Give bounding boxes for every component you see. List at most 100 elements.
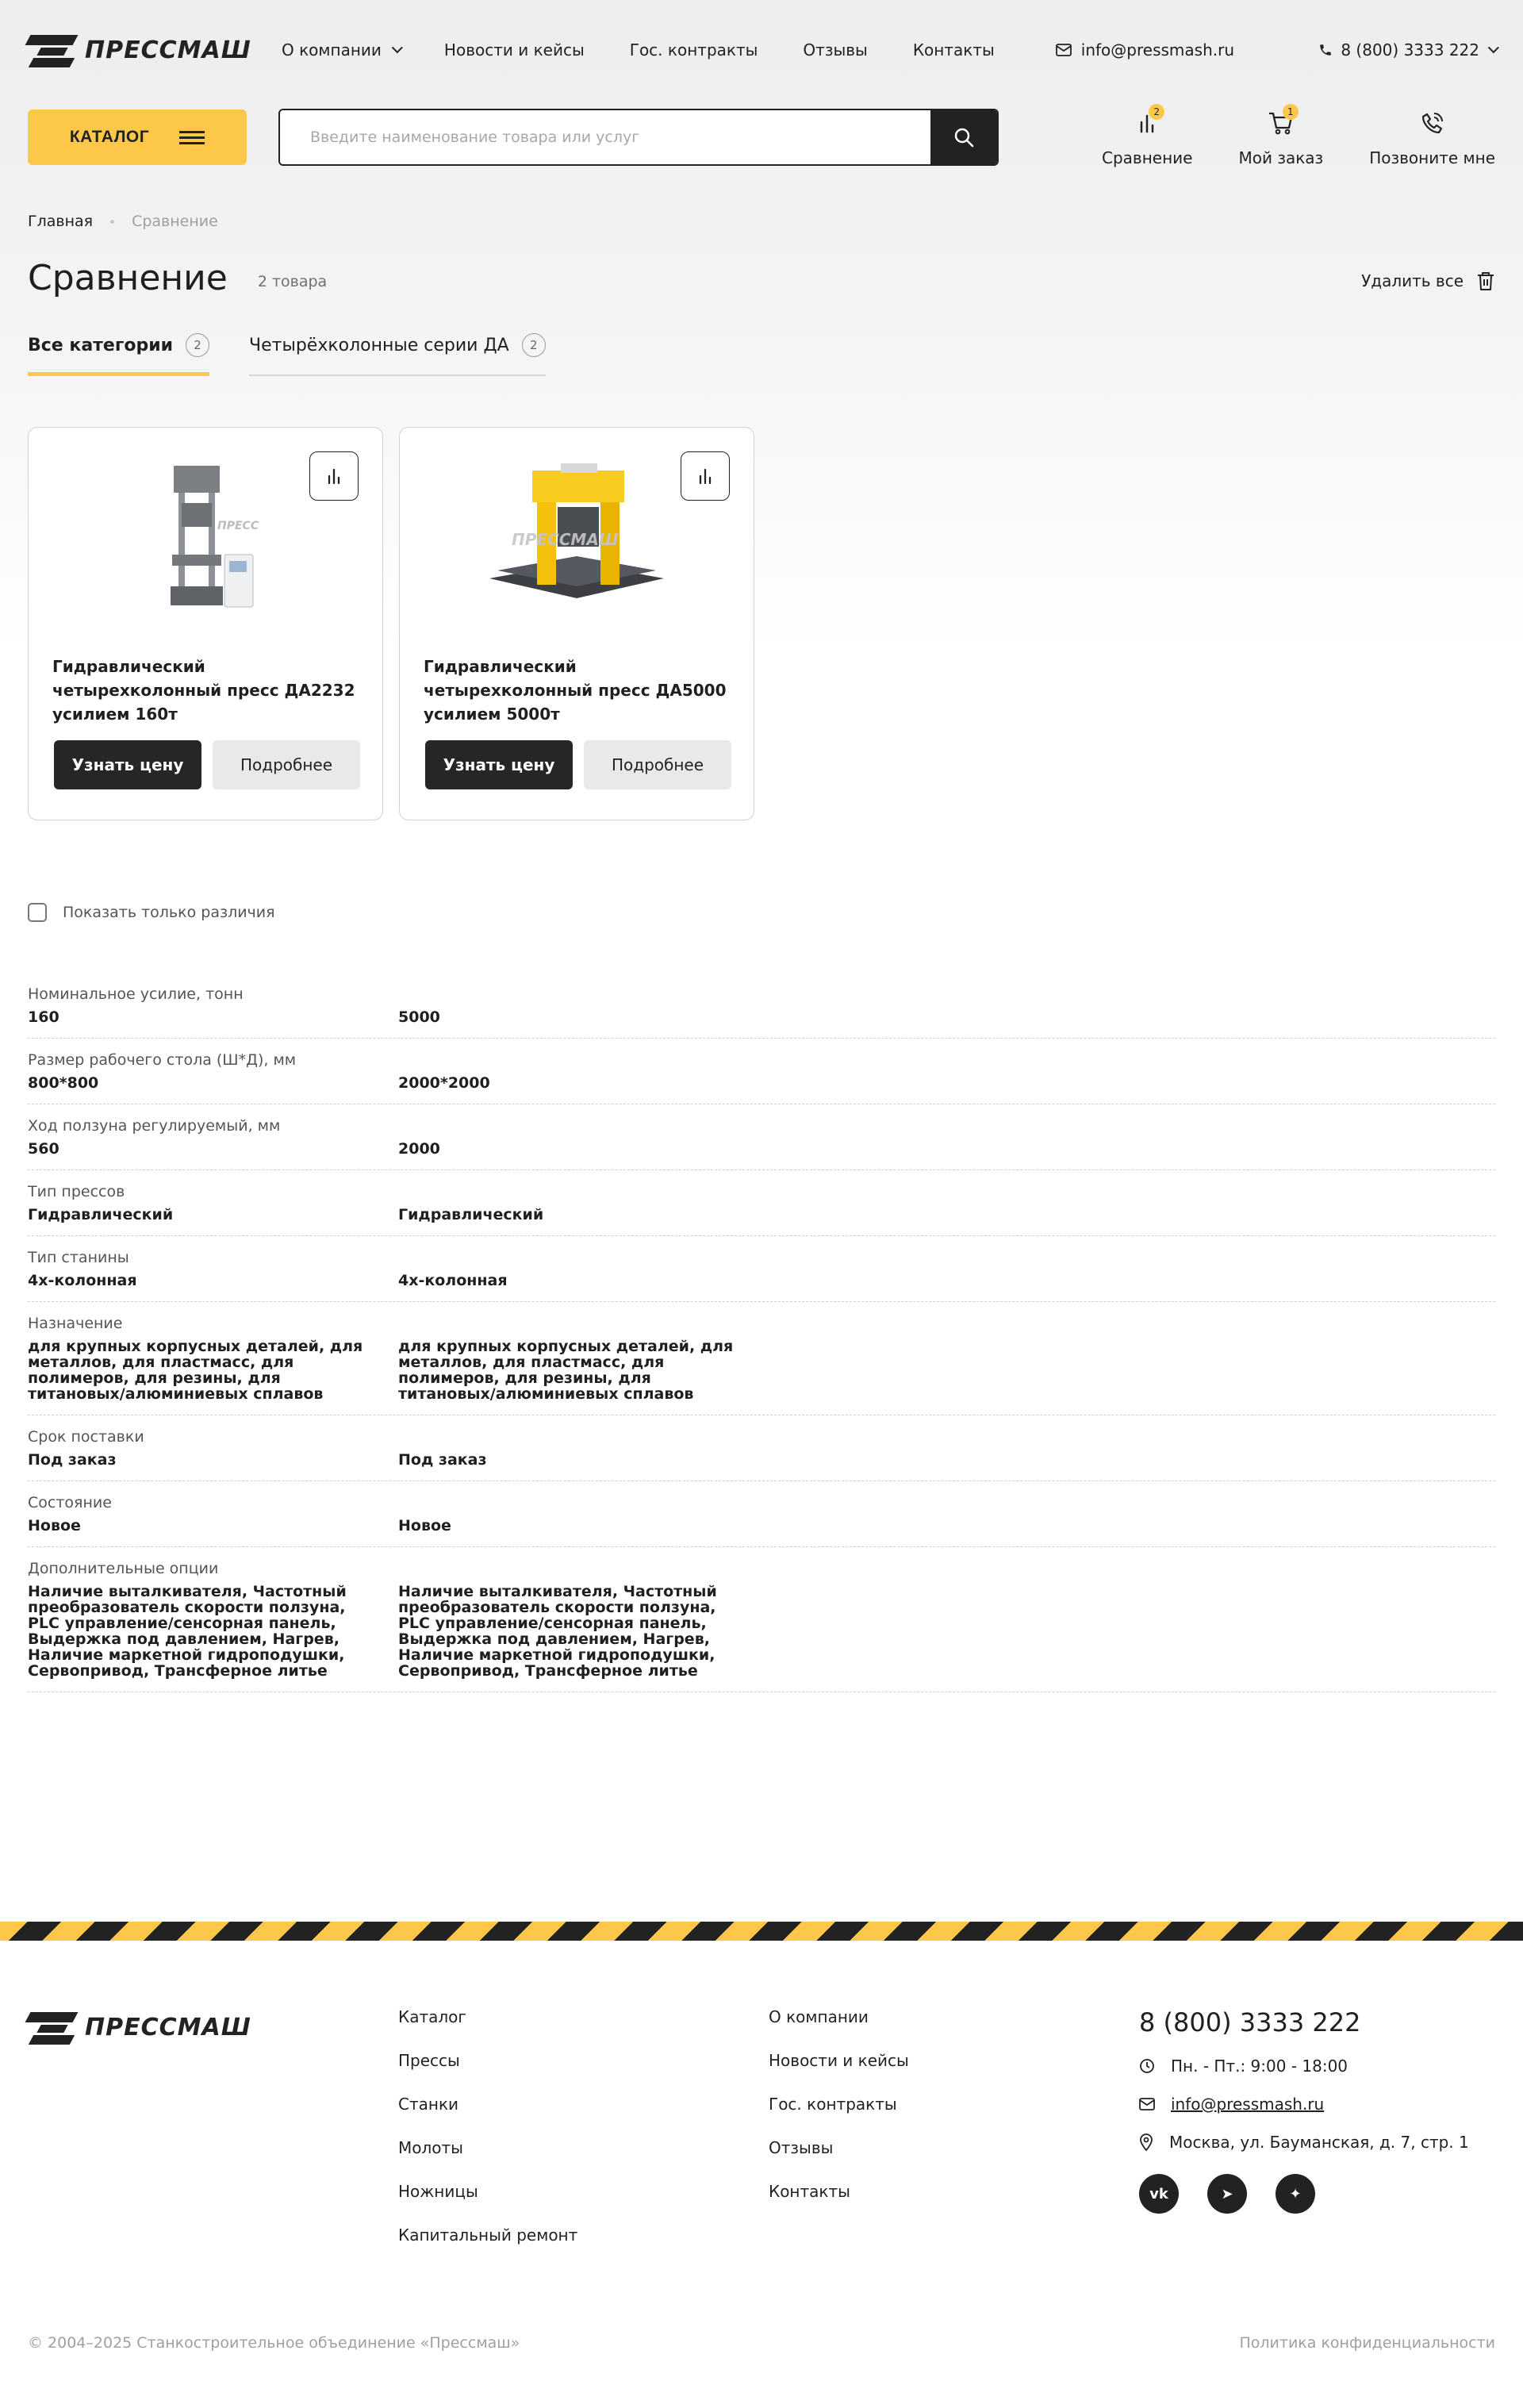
compare-toggle-button[interactable] <box>681 451 730 501</box>
phone-icon <box>1320 44 1332 56</box>
product-name[interactable]: Гидравлический четырехколонный пресс ДА5… <box>424 655 730 724</box>
menu-icon <box>179 131 205 144</box>
footer-link-hammers[interactable]: Молоты <box>398 2138 769 2157</box>
spec-value: Наличие выталкивателя, Частотный преобра… <box>28 1583 347 1680</box>
title-row: Сравнение 2 товара Удалить все <box>28 254 1495 301</box>
footer-link-machines[interactable]: Станки <box>398 2095 769 2114</box>
order-badge: 1 <box>1282 104 1299 120</box>
product-name[interactable]: Гидравлический четырехколонный пресс ДА2… <box>52 655 359 724</box>
show-differences-toggle[interactable]: Показать только различия <box>28 903 1495 922</box>
spec-value: 2000*2000 <box>398 1074 490 1092</box>
footer-link-news[interactable]: Новости и кейсы <box>769 2051 1139 2070</box>
spec-value: Под заказ <box>398 1451 487 1469</box>
differences-label: Показать только различия <box>63 904 275 921</box>
spec-value: 560 <box>28 1140 59 1158</box>
spec-value: для крупных корпусных деталей, для метал… <box>28 1338 363 1403</box>
press-machine-image: ПРЕССМАШ <box>489 463 664 598</box>
logo[interactable]: ПРЕССМАШ <box>25 30 264 70</box>
compare-label: Сравнение <box>1102 148 1193 167</box>
tab-all-categories[interactable]: Все категории 2 <box>28 333 210 376</box>
compare-link[interactable]: 2 Сравнение <box>1102 104 1193 167</box>
spec-value: 800*800 <box>28 1074 99 1092</box>
spec-row: Состояние Новое Новое <box>28 1481 1495 1547</box>
nav-item-about[interactable]: О компании <box>282 40 403 60</box>
spec-value: Новое <box>398 1517 451 1534</box>
spec-label: Дополнительные опции <box>28 1560 219 1577</box>
compare-toggle-button[interactable] <box>309 451 359 501</box>
footer-address: Москва, ул. Бауманская, д. 7, стр. 1 <box>1139 2133 1469 2152</box>
delete-all-button[interactable]: Удалить все <box>1361 271 1495 291</box>
footer-link-repair[interactable]: Капитальный ремонт <box>398 2226 769 2245</box>
spec-label: Состояние <box>28 1494 112 1511</box>
footer-link-presses[interactable]: Прессы <box>398 2051 769 2070</box>
get-price-button[interactable]: Узнать цену <box>54 740 201 789</box>
spec-row: Ход ползуна регулируемый, мм 560 2000 <box>28 1104 1495 1170</box>
catalog-button-label: КАТАЛОГ <box>69 128 150 146</box>
nav-item-contracts[interactable]: Гос. контракты <box>630 40 758 60</box>
spec-value: Под заказ <box>28 1451 117 1469</box>
footer-logo[interactable]: ПРЕССМАШ <box>25 2007 264 2047</box>
vk-icon[interactable]: vk <box>1139 2174 1179 2214</box>
chevron-down-icon[interactable] <box>1487 42 1499 54</box>
header-phone[interactable]: 8 (800) 3333 222 <box>1318 40 1499 60</box>
chevron-down-icon <box>391 42 403 54</box>
footer-link-contracts[interactable]: Гос. контракты <box>769 2095 1139 2114</box>
spec-value: Наличие выталкивателя, Частотный преобра… <box>398 1583 717 1680</box>
social-links: vk ➤ ✦ <box>1139 2174 1469 2214</box>
mail-icon <box>1055 44 1072 56</box>
spec-label: Назначение <box>28 1315 123 1332</box>
privacy-policy-link[interactable]: Политика конфиденциальности <box>1239 2334 1495 2352</box>
footer-address-text: Москва, ул. Бауманская, д. 7, стр. 1 <box>1169 2133 1469 2152</box>
logo-text: ПРЕССМАШ <box>85 36 251 64</box>
differences-checkbox[interactable] <box>28 903 47 922</box>
logo-mark-icon <box>25 2007 79 2047</box>
footer: ПРЕССМАШ Каталог Прессы Станки Молоты Но… <box>25 2007 1495 2245</box>
tab-four-column-series[interactable]: Четырёхколонные серии ДА 2 <box>249 333 546 376</box>
breadcrumb-home[interactable]: Главная <box>28 213 93 230</box>
spec-row: Срок поставки Под заказ Под заказ <box>28 1415 1495 1481</box>
callback-link[interactable]: Позвоните мне <box>1369 107 1495 167</box>
spec-value: 160 <box>28 1008 59 1026</box>
details-button[interactable]: Подробнее <box>213 740 360 789</box>
spec-value: Гидравлический <box>28 1206 174 1223</box>
product-card: ПРЕССМАШ Гидравлический четырехколонный … <box>399 427 754 820</box>
press-machine-image: ПРЕСС <box>171 466 259 608</box>
spec-value: Новое <box>28 1517 81 1534</box>
telegram-icon[interactable]: ➤ <box>1207 2174 1247 2214</box>
spec-row: Дополнительные опции Наличие выталкивате… <box>28 1547 1495 1692</box>
footer-link-contacts[interactable]: Контакты <box>769 2182 1139 2201</box>
footer-link-shears[interactable]: Ножницы <box>398 2182 769 2201</box>
spec-row: Тип станины 4х-колонная 4х-колонная <box>28 1236 1495 1302</box>
svg-text:ПРЕСС: ПРЕСС <box>217 520 259 532</box>
header-top: ПРЕССМАШ О компании Новости и кейсы Гос.… <box>25 22 1499 78</box>
footer-email-text[interactable]: info@pressmash.ru <box>1171 2095 1324 2114</box>
order-link[interactable]: 1 Мой заказ <box>1238 104 1323 167</box>
search-input[interactable] <box>280 110 930 164</box>
spec-label: Тип станины <box>28 1249 129 1266</box>
header-email[interactable]: info@pressmash.ru <box>1055 40 1234 60</box>
spec-value: для крупных корпусных деталей, для метал… <box>398 1338 734 1403</box>
nav-item-contacts[interactable]: Контакты <box>913 40 995 60</box>
footer-link-about[interactable]: О компании <box>769 2007 1139 2026</box>
dzen-icon[interactable]: ✦ <box>1276 2174 1315 2214</box>
footer-phone[interactable]: 8 (800) 3333 222 <box>1139 2007 1469 2037</box>
spec-value: 4х-колонная <box>28 1272 137 1289</box>
hazard-stripe-divider <box>0 1922 1523 1941</box>
spec-row: Номинальное усилие, тонн 160 5000 <box>28 973 1495 1039</box>
category-tabs: Все категории 2 Четырёхколонные серии ДА… <box>28 333 1495 376</box>
details-button[interactable]: Подробнее <box>584 740 731 789</box>
footer-link-reviews[interactable]: Отзывы <box>769 2138 1139 2157</box>
search-button[interactable] <box>930 110 997 164</box>
footer-hours-text: Пн. - Пт.: 9:00 - 18:00 <box>1171 2057 1348 2076</box>
footer-bottom-bar: © 2004–2025 Станкостроительное объединен… <box>28 2334 1495 2352</box>
footer-email[interactable]: info@pressmash.ru <box>1139 2095 1469 2114</box>
delete-all-label: Удалить все <box>1361 271 1464 290</box>
nav-item-news[interactable]: Новости и кейсы <box>444 40 585 60</box>
footer-link-catalog[interactable]: Каталог <box>398 2007 769 2026</box>
get-price-button[interactable]: Узнать цену <box>425 740 573 789</box>
catalog-button[interactable]: КАТАЛОГ <box>28 109 247 165</box>
svg-text:ПРЕССМАШ: ПРЕССМАШ <box>512 530 619 549</box>
tab-label: Четырёхколонные серии ДА <box>249 335 509 355</box>
spec-value: Гидравлический <box>398 1206 544 1223</box>
nav-item-reviews[interactable]: Отзывы <box>803 40 867 60</box>
